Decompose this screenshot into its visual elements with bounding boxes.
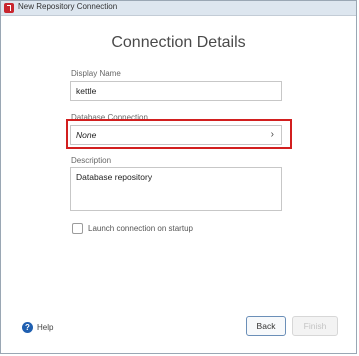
highlight-box	[66, 119, 292, 149]
help-link[interactable]: ? Help	[22, 321, 53, 333]
window-title: New Repository Connection	[18, 2, 118, 11]
launch-on-startup-label: Launch connection on startup	[88, 224, 193, 233]
title-bar: New Repository Connection	[1, 1, 356, 16]
description-value: Database repository	[76, 172, 153, 182]
description-textarea[interactable]: Database repository	[70, 167, 282, 211]
back-button[interactable]: Back	[246, 316, 286, 336]
display-name-value: kettle	[76, 86, 97, 96]
display-name-label: Display Name	[71, 69, 121, 78]
display-name-input[interactable]: kettle	[70, 81, 282, 101]
app-logo-icon	[4, 3, 14, 13]
help-label: Help	[37, 322, 54, 332]
dialog-heading: Connection Details	[111, 34, 246, 51]
description-label: Description	[71, 156, 112, 165]
help-icon: ?	[22, 321, 33, 333]
dialog-window: New Repository Connection Connection Det…	[0, 0, 357, 354]
finish-button[interactable]: Finish	[292, 316, 338, 336]
launch-on-startup-checkbox[interactable]	[72, 223, 83, 234]
